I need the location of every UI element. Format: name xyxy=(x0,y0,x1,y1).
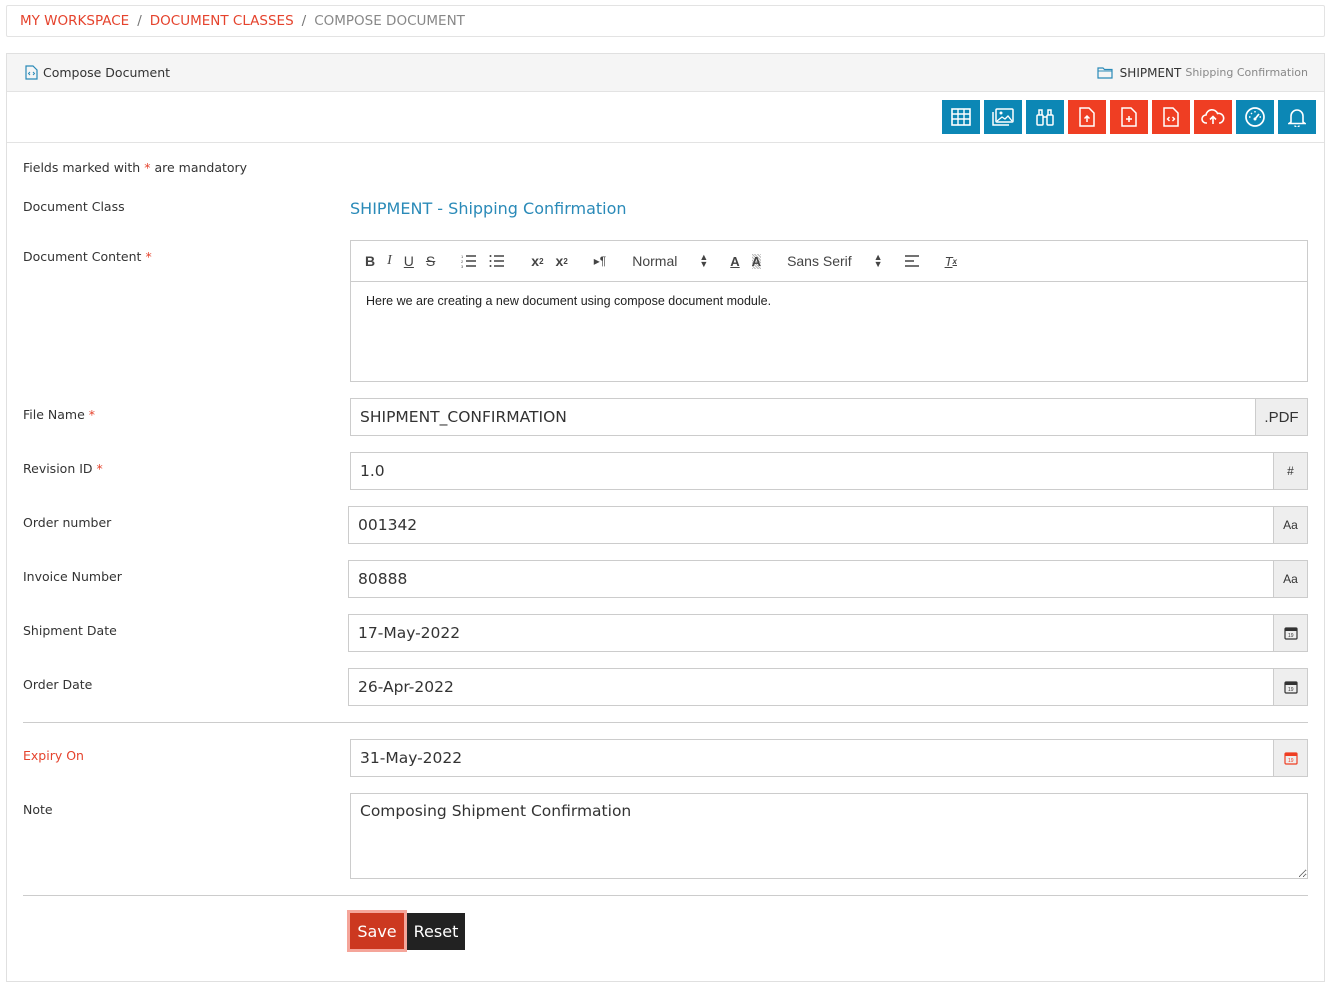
clear-format-icon[interactable]: Tx xyxy=(945,254,957,269)
shipment-date-label: Shipment Date xyxy=(23,623,117,638)
text-addon: Aa xyxy=(1274,560,1308,598)
bullet-list-icon[interactable] xyxy=(489,254,505,268)
breadcrumb-document-classes[interactable]: DOCUMENT CLASSES xyxy=(150,13,294,29)
document-class-label: Document Class xyxy=(23,199,125,214)
revision-id-label: Revision ID * xyxy=(23,461,103,476)
order-date-label: Order Date xyxy=(23,677,93,692)
heading-select[interactable]: Normal ▲ ▼ xyxy=(632,252,709,270)
calendar-button[interactable]: 19 xyxy=(1274,668,1308,706)
new-file-button[interactable] xyxy=(1110,100,1148,134)
invoice-number-input[interactable] xyxy=(348,560,1274,598)
select-arrows-icon: ▲ ▼ xyxy=(699,252,709,269)
svg-text:19: 19 xyxy=(1288,633,1294,639)
shipment-date-input[interactable] xyxy=(348,614,1274,652)
notifications-button[interactable] xyxy=(1278,100,1316,134)
order-number-group: Aa xyxy=(348,506,1308,544)
order-number-input[interactable] xyxy=(348,506,1274,544)
bold-icon[interactable]: B xyxy=(365,253,375,269)
invoice-number-label: Invoice Number xyxy=(23,569,122,584)
font-select[interactable]: Sans Serif ▲ ▼ xyxy=(787,252,883,270)
svg-text:19: 19 xyxy=(1288,687,1294,693)
select-arrows-icon: ▲ ▼ xyxy=(873,252,883,269)
file-code-icon xyxy=(25,65,38,80)
ordered-list-icon[interactable]: 123 xyxy=(461,254,477,268)
divider xyxy=(23,722,1308,723)
table-button[interactable] xyxy=(942,100,980,134)
note-textarea[interactable]: Composing Shipment Confirmation xyxy=(350,793,1308,879)
divider xyxy=(23,895,1308,896)
order-date-group: 19 xyxy=(348,668,1308,706)
order-number-label: Order number xyxy=(23,515,112,530)
editor-content[interactable]: Here we are creating a new document usin… xyxy=(351,282,1307,320)
calendar-icon: 19 xyxy=(1283,627,1298,640)
text-addon: Aa xyxy=(1274,506,1308,544)
breadcrumb-separator: / xyxy=(137,13,142,29)
subscript-icon[interactable]: x2 xyxy=(531,253,543,269)
italic-icon[interactable]: I xyxy=(387,253,392,269)
number-addon: # xyxy=(1274,452,1308,490)
panel-header: Compose Document SHIPMENT Shipping Confi… xyxy=(7,54,1324,92)
calendar-icon: 19 xyxy=(1283,681,1298,694)
revision-id-input[interactable] xyxy=(350,452,1274,490)
folder-icon xyxy=(1097,67,1113,79)
file-add-icon xyxy=(1121,107,1137,127)
text-color-icon[interactable]: A xyxy=(730,254,739,269)
breadcrumb-current: COMPOSE DOCUMENT xyxy=(314,13,465,29)
svg-text:19: 19 xyxy=(1288,758,1294,764)
class-code: SHIPMENT xyxy=(1119,65,1182,80)
save-button[interactable]: Save xyxy=(347,910,407,952)
search-button[interactable] xyxy=(1026,100,1064,134)
action-toolbar xyxy=(7,92,1324,143)
strikethrough-icon[interactable]: S xyxy=(426,253,435,269)
breadcrumb-my-workspace[interactable]: MY WORKSPACE xyxy=(20,13,129,29)
shipment-date-group: 19 xyxy=(348,614,1308,652)
background-color-icon[interactable]: A xyxy=(751,253,762,269)
invoice-number-group: Aa xyxy=(348,560,1308,598)
file-upload-icon xyxy=(1079,107,1095,127)
underline-icon[interactable]: U xyxy=(404,253,414,269)
order-date-input[interactable] xyxy=(348,668,1274,706)
images-button[interactable] xyxy=(984,100,1022,134)
text-direction-icon[interactable]: ▸¶ xyxy=(594,254,606,268)
document-content-label: Document Content * xyxy=(23,249,152,264)
file-name-input[interactable] xyxy=(350,398,1256,436)
revision-id-group: # xyxy=(350,452,1308,490)
images-icon xyxy=(992,108,1014,126)
calendar-icon: 19 xyxy=(1283,752,1298,765)
bell-icon xyxy=(1288,109,1306,127)
expiry-on-label: Expiry On xyxy=(23,748,84,763)
align-icon[interactable] xyxy=(904,255,919,267)
class-name: Shipping Confirmation xyxy=(1185,66,1308,79)
breadcrumb: MY WORKSPACE / DOCUMENT CLASSES / COMPOS… xyxy=(6,5,1325,37)
file-code-icon xyxy=(1163,107,1179,127)
superscript-icon[interactable]: x2 xyxy=(556,253,568,269)
binoculars-icon xyxy=(1036,109,1054,126)
rich-text-editor: B I U S 123 x2 x2 ▸¶ Normal ▲ ▼ A A Sans S… xyxy=(350,240,1308,382)
breadcrumb-separator: / xyxy=(301,13,307,29)
expiry-on-group: 19 xyxy=(350,739,1308,777)
dashboard-button[interactable] xyxy=(1236,100,1274,134)
note-label: Note xyxy=(23,802,53,817)
editor-toolbar: B I U S 123 x2 x2 ▸¶ Normal ▲ ▼ A A Sans S… xyxy=(351,241,1307,282)
compose-file-button[interactable] xyxy=(1152,100,1190,134)
expiry-on-input[interactable] xyxy=(350,739,1274,777)
file-name-label: File Name * xyxy=(23,407,96,422)
panel-title: Compose Document xyxy=(43,65,171,80)
table-icon xyxy=(951,108,971,126)
reset-button[interactable]: Reset xyxy=(407,913,465,950)
cloud-upload-button[interactable] xyxy=(1194,100,1232,134)
svg-text:3: 3 xyxy=(461,264,464,268)
calendar-button[interactable]: 19 xyxy=(1274,614,1308,652)
cloud-upload-icon xyxy=(1201,109,1225,124)
compose-panel: Compose Document SHIPMENT Shipping Confi… xyxy=(6,53,1325,982)
calendar-button[interactable]: 19 xyxy=(1274,739,1308,777)
dashboard-icon xyxy=(1245,107,1265,127)
mandatory-note: Fields marked with * are mandatory xyxy=(23,160,248,175)
file-extension-addon: .PDF xyxy=(1256,398,1308,436)
document-class-value: SHIPMENT - Shipping Confirmation xyxy=(350,199,627,218)
file-name-group: .PDF xyxy=(350,398,1308,436)
upload-file-button[interactable] xyxy=(1068,100,1106,134)
